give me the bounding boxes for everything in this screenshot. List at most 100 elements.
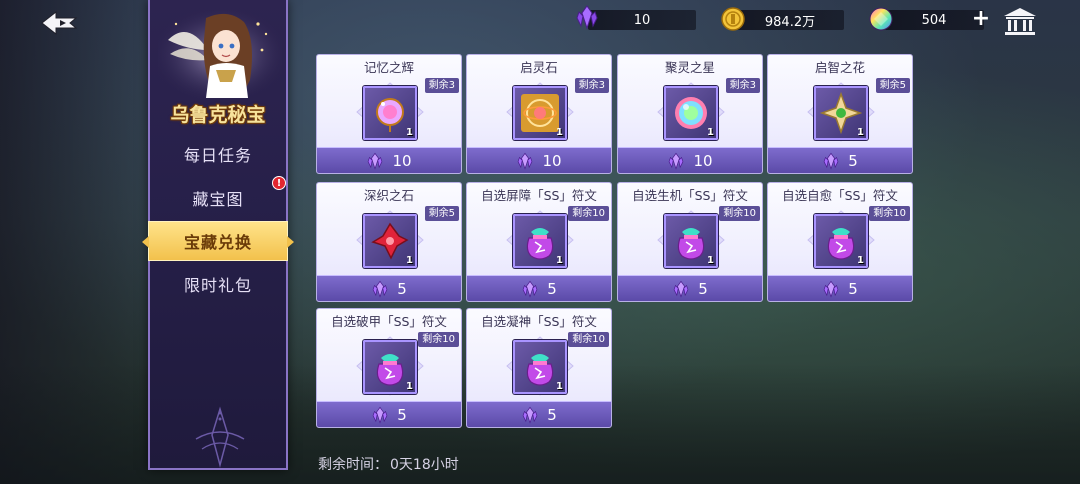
price-value: 5 (848, 279, 858, 298)
back-arrow-icon (41, 10, 78, 36)
menu-item-label: 每日任务 (183, 146, 252, 165)
item-name: 自选屏障「SS」符文 (481, 188, 597, 203)
remaining-count-badge: 剩余5 (424, 206, 459, 221)
item-quantity: 1 (556, 255, 563, 266)
purple-gem-icon (372, 406, 388, 424)
item-icon-frame: 1 (814, 214, 868, 268)
price-button[interactable]: 5 (317, 401, 461, 427)
price-value: 10 (693, 151, 713, 170)
price-button[interactable]: 5 (467, 401, 611, 427)
remaining-count-badge: 剩余5 (875, 78, 910, 93)
add-crystal-button[interactable]: + (970, 8, 992, 30)
remaining-count-badge: 剩余3 (574, 78, 609, 93)
item-quantity: 1 (406, 127, 413, 138)
menu-item-limited-pack[interactable]: 限时礼包 (150, 264, 286, 304)
shop-item-card[interactable]: 启灵石 剩余3 1 10 (466, 54, 612, 174)
remaining-count-badge: 剩余10 (719, 206, 760, 221)
shop-item-card[interactable]: 深织之石 剩余5 1 5 (316, 182, 462, 302)
spirit-star-icon (675, 97, 707, 129)
item-quantity: 1 (406, 381, 413, 392)
item-icon-frame: 1 (814, 86, 868, 140)
shop-item-card[interactable]: 自选生机「SS」符文 剩余10 1 5 (617, 182, 763, 302)
gem-amount: 10 (633, 12, 651, 28)
menu-item-label: 限时礼包 (183, 276, 252, 295)
rune-bag-icon (526, 354, 554, 386)
remaining-count-badge: 剩余3 (725, 78, 760, 93)
rune-bag-icon (376, 354, 404, 386)
item-name: 自选凝神「SS」符文 (481, 314, 597, 329)
bank-button[interactable] (1002, 6, 1038, 36)
item-icon-frame: 1 (363, 214, 417, 268)
crystal-currency: 504 (884, 10, 984, 30)
price-button[interactable]: 5 (768, 275, 912, 301)
purple-gem-icon (576, 5, 598, 30)
shop-item-card[interactable]: 聚灵之星 剩余3 1 10 (617, 54, 763, 174)
panel-title: 乌鲁克秘宝 (170, 104, 266, 126)
back-button[interactable] (40, 8, 80, 38)
purple-gem-icon (669, 152, 684, 170)
rainbow-crystal-icon (869, 7, 893, 31)
price-value: 5 (848, 151, 858, 170)
price-button[interactable]: 5 (467, 275, 611, 301)
price-button[interactable]: 5 (317, 275, 461, 301)
price-button[interactable]: 5 (768, 147, 912, 173)
menu-item-label: 宝藏兑换 (183, 233, 252, 252)
purple-gem-icon (368, 152, 383, 170)
item-icon-frame: 1 (513, 86, 567, 140)
price-button[interactable]: 10 (467, 147, 611, 173)
item-quantity: 1 (556, 127, 563, 138)
rune-bag-icon (827, 228, 855, 260)
remaining-count-badge: 剩余10 (568, 332, 609, 347)
purple-gem-icon (518, 152, 533, 170)
side-panel: 乌鲁克秘宝 每日任务 藏宝图 ! 宝藏兑换 限时礼包 (142, 0, 294, 470)
price-value: 5 (698, 279, 708, 298)
item-name: 聚灵之星 (664, 60, 715, 75)
panel-emblem-icon (188, 405, 252, 469)
price-button[interactable]: 10 (618, 147, 762, 173)
timer-value: 0天18小时 (390, 457, 459, 473)
timer-label: 剩余时间： (318, 457, 388, 473)
price-button[interactable]: 5 (618, 275, 762, 301)
alert-badge: ! (272, 176, 286, 190)
spirit-stone-icon (521, 94, 559, 132)
rune-bag-icon (677, 228, 705, 260)
item-name: 深织之石 (363, 188, 414, 203)
wisdom-flower-icon (820, 92, 862, 134)
bank-icon (1004, 8, 1036, 35)
purple-gem-icon (522, 406, 538, 424)
shop-item-card[interactable]: 自选凝神「SS」符文剩余10 1 5 (466, 308, 612, 428)
item-quantity: 1 (857, 255, 864, 266)
shop-item-card[interactable]: 自选自愈「SS」符文 剩余10 1 5 (767, 182, 913, 302)
purple-gem-icon (522, 280, 538, 298)
rune-bag-icon (526, 228, 554, 260)
shop-item-card[interactable]: 自选破甲「SS」符文剩余10 1 5 (316, 308, 462, 428)
menu-item-label: 藏宝图 (192, 190, 244, 209)
item-name: 自选自愈「SS」符文 (782, 188, 898, 203)
deep-weave-stone-icon (371, 222, 409, 260)
character-portrait (158, 10, 282, 100)
menu-item-daily-tasks[interactable]: 每日任务 (150, 134, 286, 174)
price-value: 5 (547, 279, 557, 298)
item-icon-frame: 1 (664, 214, 718, 268)
menu-item-treasure-map[interactable]: 藏宝图 (150, 178, 286, 218)
price-button[interactable]: 10 (317, 147, 461, 173)
crystal-amount: 504 (921, 12, 947, 28)
item-icon-frame: 1 (513, 214, 567, 268)
shop-item-card[interactable]: 自选屏障「SS」符文剩余10 1 5 (466, 182, 612, 302)
item-quantity: 1 (707, 127, 714, 138)
item-name: 自选破甲「SS」符文 (331, 314, 447, 329)
shop-item-card[interactable]: 启智之花 剩余5 1 5 (767, 54, 913, 174)
price-value: 5 (397, 405, 407, 424)
menu-item-treasure-exchange[interactable]: 宝藏兑换 (142, 221, 294, 261)
purple-gem-icon (372, 280, 388, 298)
item-quantity: 1 (556, 381, 563, 392)
gem-currency: 10 (588, 10, 696, 30)
shop-item-card[interactable]: 记忆之辉 剩余3 1 10 (316, 54, 462, 174)
price-value: 5 (547, 405, 557, 424)
gold-amount: 984.2万 (764, 14, 816, 30)
remaining-count-badge: 剩余10 (418, 332, 459, 347)
gold-currency: 984.2万 (736, 10, 844, 30)
remaining-count-badge: 剩余10 (568, 206, 609, 221)
item-quantity: 1 (707, 255, 714, 266)
item-name: 记忆之辉 (363, 60, 414, 75)
